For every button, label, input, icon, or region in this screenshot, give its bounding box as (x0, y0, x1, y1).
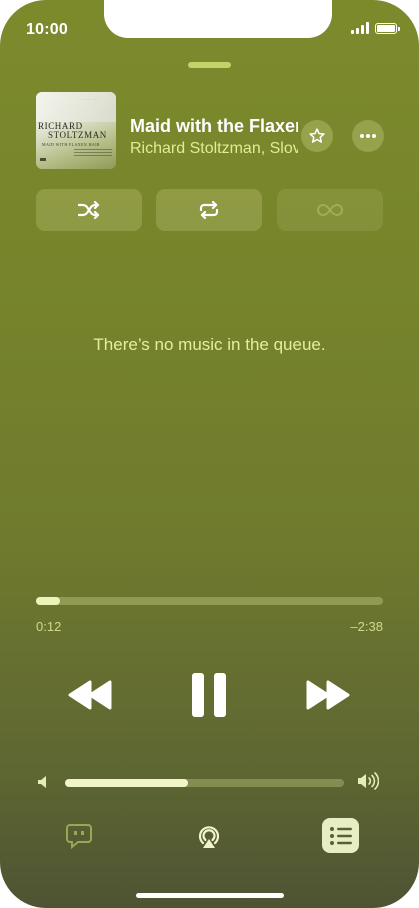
cellular-signal-icon (351, 22, 369, 34)
empty-queue-message: There’s no music in the queue. (93, 335, 326, 354)
status-indicators (351, 22, 400, 34)
airplay-icon (198, 826, 220, 848)
lyrics-button[interactable] (64, 822, 94, 850)
volume-max-icon (357, 772, 380, 795)
volume-slider[interactable] (65, 779, 344, 787)
more-button[interactable] (352, 120, 384, 152)
pause-icon (192, 673, 226, 717)
queue-button[interactable] (322, 818, 359, 853)
infinity-icon (317, 203, 343, 217)
home-indicator[interactable] (136, 893, 284, 898)
rewind-button[interactable] (65, 678, 115, 712)
remaining-time: –2:38 (350, 619, 383, 634)
repeat-icon (199, 201, 219, 219)
status-time: 10:00 (26, 21, 68, 38)
volume-min-icon (37, 775, 47, 794)
repeat-button[interactable] (156, 189, 262, 231)
volume-fill (65, 779, 188, 787)
airplay-button[interactable] (194, 822, 224, 852)
battery-icon (375, 22, 400, 34)
backward-icon (68, 680, 112, 710)
list-icon (329, 826, 352, 845)
pause-button[interactable] (188, 671, 230, 719)
forward-button[interactable] (303, 678, 353, 712)
shuffle-button[interactable] (36, 189, 142, 231)
artwork-line-2: STOLTZMAN (48, 130, 107, 140)
track-artist[interactable]: Richard Stoltzman, Slovak Radio Symphony… (130, 140, 298, 158)
shuffle-icon (78, 201, 100, 219)
favorite-button[interactable] (301, 120, 333, 152)
lyrics-icon (66, 824, 92, 849)
elapsed-time: 0:12 (36, 619, 62, 634)
sheet-grabber[interactable] (188, 62, 231, 68)
autoplay-button[interactable] (277, 189, 383, 231)
artwork-subtitle: MAID WITH FLAXEN HAIR (42, 142, 100, 147)
progress-fill (36, 597, 61, 605)
device-notch (104, 0, 332, 38)
now-playing-screen: 10:00 ·· ······ ····· RICHARD STOLTZMAN … (0, 0, 419, 908)
forward-icon (306, 680, 350, 710)
star-icon (309, 128, 325, 143)
track-title[interactable]: Maid with the Flaxen Hair (130, 116, 298, 137)
playback-progress-slider[interactable] (36, 597, 383, 605)
album-artwork[interactable]: ·· ······ ····· RICHARD STOLTZMAN MAID W… (36, 92, 116, 169)
ellipsis-icon (360, 134, 376, 138)
